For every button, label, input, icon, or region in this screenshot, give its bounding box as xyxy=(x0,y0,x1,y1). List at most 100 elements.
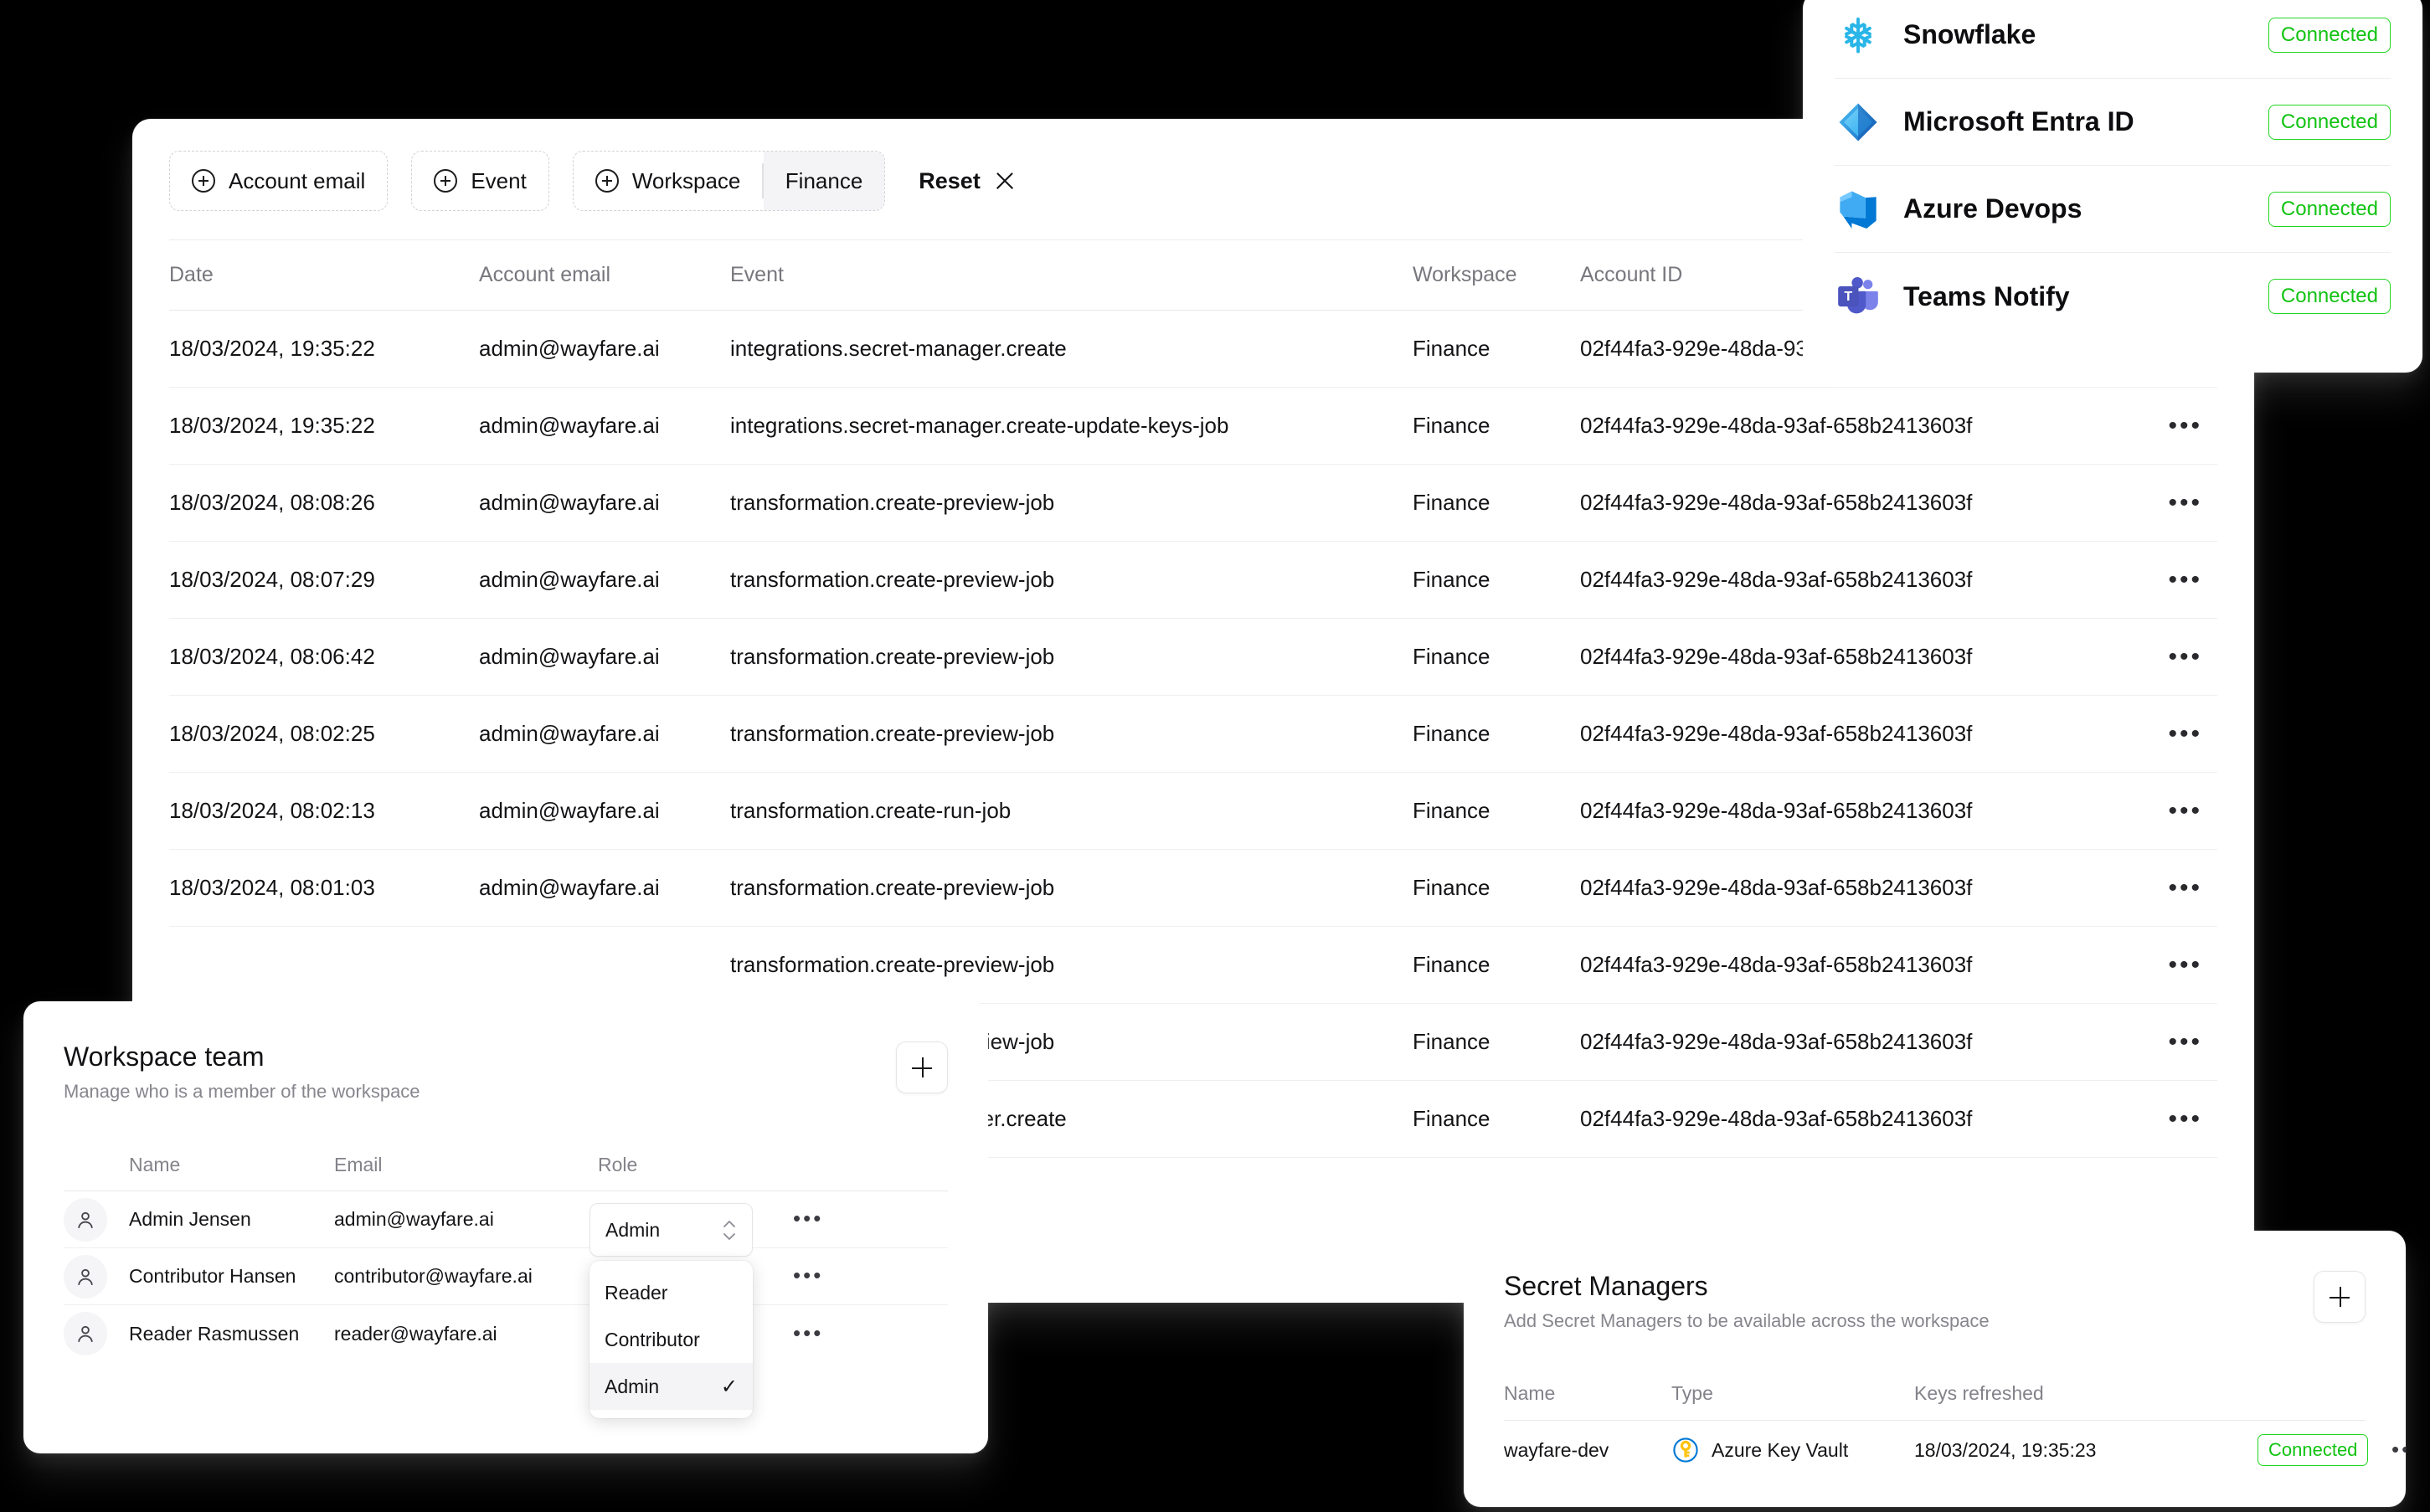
cell-name: Admin Jensen xyxy=(129,1208,251,1230)
row-more-button[interactable]: ••• xyxy=(793,1263,823,1288)
cell-email: admin@wayfare.ai xyxy=(479,875,660,900)
plus-circle-icon xyxy=(595,169,619,193)
role-dropdown-menu[interactable]: Reader Contributor Admin ✓ xyxy=(589,1261,753,1418)
chevron-updown-icon xyxy=(722,1220,737,1241)
table-row[interactable]: 18/03/2024, 08:08:26 admin@wayfare.ai tran… xyxy=(169,465,2217,542)
workspace-team-header: Workspace team Manage who is a member of… xyxy=(64,1001,948,1103)
cell-workspace: Finance xyxy=(1413,490,1490,515)
cell-date: 18/03/2024, 08:01:03 xyxy=(169,875,375,900)
column-header-name: Name xyxy=(129,1154,181,1175)
reset-filters-button[interactable]: Reset xyxy=(919,168,1016,194)
column-header-role: Role xyxy=(598,1154,638,1175)
table-row[interactable]: 18/03/2024, 08:02:13 admin@wayfare.ai tran… xyxy=(169,773,2217,850)
row-actions-cell: ••• xyxy=(2116,567,2217,592)
cell-account-id: 02f44fa3-929e-48da-93af-658b2413603f xyxy=(1580,875,1973,900)
cell-event: transformation.create-preview-job xyxy=(730,644,1055,669)
close-icon[interactable] xyxy=(994,170,1016,192)
table-row[interactable]: 18/03/2024, 08:06:42 admin@wayfare.ai tran… xyxy=(169,619,2217,696)
row-more-button[interactable]: ••• xyxy=(2168,1106,2202,1131)
row-actions-cell: ••• xyxy=(2116,490,2217,515)
row-more-button[interactable]: ••• xyxy=(2168,490,2202,515)
cell-date: 18/03/2024, 08:07:29 xyxy=(169,567,375,592)
cell-email: admin@wayfare.ai xyxy=(479,721,660,746)
row-actions-cell: ••• xyxy=(2116,798,2217,823)
row-more-button[interactable]: ••• xyxy=(2168,644,2202,669)
table-row[interactable]: 18/03/2024, 08:02:25 admin@wayfare.ai tran… xyxy=(169,696,2217,773)
integration-name: Azure Devops xyxy=(1903,193,2082,224)
svg-text:T: T xyxy=(1844,289,1852,304)
table-header-row: Name Email Role xyxy=(64,1139,948,1191)
cell-email: admin@wayfare.ai xyxy=(479,644,660,669)
status-badge: Connected xyxy=(2268,279,2391,314)
add-secret-manager-button[interactable] xyxy=(2314,1271,2366,1323)
filter-chip-workspace-main[interactable]: Workspace xyxy=(574,152,763,210)
table-row[interactable]: 18/03/2024, 19:35:22 admin@wayfare.ai inte… xyxy=(169,388,2217,465)
filter-chip-account-email-main[interactable]: Account email xyxy=(170,152,387,210)
cell-account-id: 02f44fa3-929e-48da-93af-658b2413603f xyxy=(1580,1106,1973,1131)
filter-chip-account-email[interactable]: Account email xyxy=(169,151,389,211)
cell-name: Reader Rasmussen xyxy=(129,1322,300,1345)
table-row[interactable]: Admin Jensen admin@wayfare.ai Admin ••• xyxy=(64,1191,948,1248)
cell-event: transformation.create-preview-job xyxy=(730,952,1055,977)
cell-workspace: Finance xyxy=(1413,567,1490,592)
table-row[interactable]: 18/03/2024, 08:01:03 admin@wayfare.ai tran… xyxy=(169,850,2217,927)
row-actions-cell: ••• xyxy=(2116,721,2217,746)
role-option-admin[interactable]: Admin ✓ xyxy=(589,1363,753,1410)
cell-date: 18/03/2024, 08:08:26 xyxy=(169,490,375,515)
role-select[interactable]: Admin xyxy=(589,1203,753,1257)
cell-name: wayfare-dev xyxy=(1504,1438,1609,1461)
role-option-label: Contributor xyxy=(605,1328,700,1350)
integration-row[interactable]: Azure Devops Connected xyxy=(1835,166,2391,253)
row-more-button[interactable]: ••• xyxy=(2168,952,2202,977)
integration-row[interactable]: Microsoft Entra ID Connected xyxy=(1835,79,2391,166)
avatar-cell xyxy=(64,1254,129,1299)
table-row[interactable]: 18/03/2024, 08:07:29 admin@wayfare.ai tran… xyxy=(169,542,2217,619)
row-more-button[interactable]: ••• xyxy=(793,1206,823,1231)
cell-event: transformation.create-preview-job xyxy=(730,490,1055,515)
row-more-button[interactable]: ••• xyxy=(2168,567,2202,592)
row-actions-cell: ••• xyxy=(2116,1106,2217,1131)
row-more-button[interactable]: ••• xyxy=(2168,413,2202,438)
table-row[interactable]: Reader Rasmussen reader@wayfare.ai ••• xyxy=(64,1305,948,1362)
row-more-button[interactable]: ••• xyxy=(2168,721,2202,746)
column-header-keys-refreshed: Keys refreshed xyxy=(1914,1382,2044,1404)
table-row[interactable]: wayfare-dev Azure Key Vault 18/03/2024, 19… xyxy=(1504,1421,2406,1479)
cell-email: admin@wayfare.ai xyxy=(479,798,660,823)
workspace-team-table: Name Email Role Admin Jensen admin@wayfar… xyxy=(64,1139,948,1418)
cell-account-id: 02f44fa3-929e-48da-93af-658b2413603f xyxy=(1580,1029,1973,1054)
row-more-button[interactable]: ••• xyxy=(2168,875,2202,900)
filter-chip-event[interactable]: Event xyxy=(411,151,549,211)
cell-email: admin@wayfare.ai xyxy=(479,567,660,592)
filter-chip-workspace-value[interactable]: Finance xyxy=(763,152,885,210)
role-option-contributor[interactable]: Contributor xyxy=(589,1316,753,1363)
row-more-button[interactable]: ••• xyxy=(2168,798,2202,823)
cell-account-id: 02f44fa3-929e-48da-93af-658b2413603f xyxy=(1580,644,1973,669)
workspace-team-header-text: Workspace team Manage who is a member of… xyxy=(64,1041,896,1103)
filter-chip-label: Workspace xyxy=(631,167,741,193)
table-row[interactable]: transformation.create-preview-job Finance… xyxy=(169,927,2217,1004)
entra-id-icon xyxy=(1835,99,1882,146)
role-option-reader[interactable]: Reader xyxy=(589,1269,753,1316)
avatar xyxy=(64,1197,107,1242)
cell-email: admin@wayfare.ai xyxy=(479,336,660,361)
filter-chip-workspace[interactable]: Workspace Finance xyxy=(572,151,886,211)
table-row[interactable]: Contributor Hansen contributor@wayfare.ai… xyxy=(64,1248,948,1305)
integration-name: Microsoft Entra ID xyxy=(1903,106,2134,136)
avatar xyxy=(64,1312,107,1355)
column-header-date: Date xyxy=(169,263,214,286)
panel-subtitle: Add Secret Managers to be available acro… xyxy=(1504,1310,1990,1331)
snowflake-icon xyxy=(1835,12,1882,59)
integration-name: Teams Notify xyxy=(1903,280,2070,311)
plus-circle-icon xyxy=(434,169,458,193)
row-more-button[interactable]: ••• xyxy=(793,1320,823,1345)
integration-row[interactable]: Snowflake Connected xyxy=(1835,0,2391,79)
column-header-email: Email xyxy=(334,1154,383,1175)
row-more-button[interactable]: ••• xyxy=(2168,1029,2202,1054)
add-member-button[interactable] xyxy=(896,1041,948,1093)
filter-chip-event-main[interactable]: Event xyxy=(412,152,548,210)
row-more-button[interactable]: ••• xyxy=(2391,1437,2406,1462)
filter-chip-label: Event xyxy=(471,167,527,193)
integration-row[interactable]: T Teams Notify Connected xyxy=(1835,253,2391,340)
role-select-value: Admin xyxy=(605,1218,661,1241)
cell-event: transformation.create-preview-job xyxy=(730,721,1055,746)
